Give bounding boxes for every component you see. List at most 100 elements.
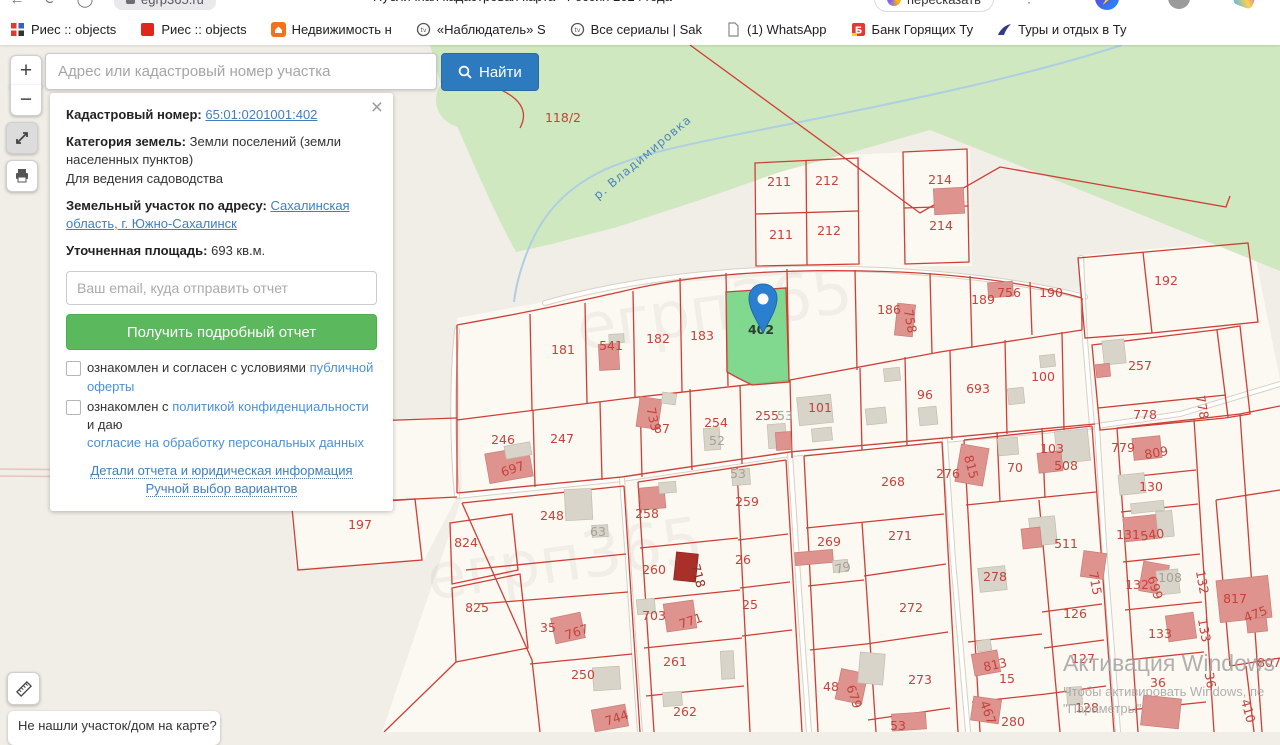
reload-icon[interactable]: ⟳ [34,0,68,8]
parcel-label: 214 [929,218,953,233]
back-icon[interactable]: ← [0,0,34,8]
personal-data-link[interactable]: согласие на обработку персональных данны… [87,435,364,450]
svg-text:tv: tv [420,27,426,34]
search-input[interactable] [45,53,437,90]
area-value: 693 кв.м. [211,243,265,258]
parcel-label: 63 [590,524,606,539]
consent2-text2: и даю [87,417,122,432]
area-label: Уточненная площадь: [66,243,207,258]
page-title: Публичная кадастровая карта - Россия 202… [373,0,672,4]
bookmark-item[interactable]: Недвижимость н [271,22,392,37]
bookmark-item[interactable]: Туры и отдых в Ту [997,22,1126,37]
retell-button[interactable]: пересказать [874,0,994,12]
search-button[interactable]: Найти [441,53,539,91]
zoom-out-button[interactable]: − [10,85,42,116]
parcel-label: 131 [1116,527,1140,542]
offer-checkbox[interactable] [66,361,81,376]
parcel-label: 254 [704,415,728,430]
parcel-label: 259 [735,494,759,509]
parcel-label: 271 [888,528,912,543]
bookmark-item[interactable]: tvВсе сериалы | Sak [570,22,702,37]
bookmark-item[interactable]: Риес :: objects [140,22,246,37]
print-button[interactable] [6,160,38,192]
not-found-hint[interactable]: Не нашли участок/дом на карте? [8,711,220,745]
parcel-label: 100 [1031,369,1055,384]
parcel-label: 101 [808,400,832,415]
red-square-icon [140,22,155,37]
address-label: Земельный участок по адресу: [66,198,267,213]
browser-chrome: ← ⟳ ◯ egrp365.ru Публичная кадастровая к… [0,0,1280,13]
privacy-link[interactable]: политикой конфиденциальности [172,399,369,414]
parcel-label: 214 [928,172,952,187]
gpt-icon [887,0,901,6]
zoom-in-button[interactable]: + [10,55,42,87]
search-icon [458,65,472,79]
search-bar: Найти [45,53,539,91]
parcel-label: 190 [1039,285,1063,300]
url-text: egrp365.ru [141,0,204,7]
parcel-label: 192 [1154,273,1178,288]
parcel-label: 211 [769,227,793,242]
extension-icon[interactable] [1232,0,1258,10]
measure-button[interactable] [7,672,40,705]
home-icon[interactable]: ◯ [68,0,102,8]
page: { "browser": { "url_pill": "egrp365.ru",… [0,0,1280,732]
parcel-label: 108 [1158,570,1182,585]
privacy-checkbox[interactable] [66,400,81,415]
alice-icon[interactable]: ⚡ [1095,0,1119,10]
grid-icon [10,22,25,37]
profile-icon[interactable] [1168,0,1190,9]
parcel-label: 778 [1133,407,1157,422]
parcel-label: 183 [690,328,714,343]
tv-icon: tv [416,22,431,37]
parcel-label: 189 [971,292,995,307]
printer-icon [14,168,30,184]
parcel-label: 211 [767,174,791,189]
fullscreen-button[interactable] [6,122,38,154]
report-details-link[interactable]: Детали отчета и юридическая информация [90,463,352,479]
parcel-label: 703 [642,608,666,623]
more-options-icon[interactable]: ⋮ [1022,0,1036,6]
parcel-label: 25 [742,597,758,612]
bookmark-item[interactable]: tv«Наблюдатель» S [416,22,546,37]
parcel-label: 36 [1202,671,1220,689]
bookmark-item[interactable]: Риес :: objects [10,22,116,37]
parcel-label: 53 [730,466,746,481]
parcel-label: 276 [936,466,960,481]
parcel-label: 87 [654,421,670,436]
parcel-label: 262 [673,704,697,719]
consent2-text1: ознакомлен с [87,399,169,414]
tv-icon: tv [570,22,585,37]
parcel-label: 197 [348,517,372,532]
parcel-label: 280 [1001,714,1025,729]
parcel-info-panel: × Кадастровый номер: 65:01:0201001:402 К… [50,93,393,511]
close-icon[interactable]: × [371,97,383,118]
parcel-label: 53 [890,718,906,732]
bookmark-item[interactable]: (1) WhatsApp [726,22,826,37]
manual-select-link[interactable]: Ручной выбор вариантов [146,481,298,497]
url-pill[interactable]: egrp365.ru [114,0,216,10]
bird-icon [997,22,1012,37]
bookmark-item[interactable]: ББанк Горящих Ту [851,22,974,37]
realty-icon [271,22,286,37]
cadastre-number-link[interactable]: 65:01:0201001:402 [205,107,317,122]
parcel-label: 182 [646,331,670,346]
parcel-label: 53 [777,408,793,423]
parcel-label: 96 [917,387,933,402]
email-field[interactable] [66,271,377,305]
parcel-label: 212 [815,173,839,188]
parcel-label: 126 [1063,606,1087,621]
parcel-label: 278 [983,569,1007,584]
parcel-label: 247 [550,431,574,446]
parcel-label: 26 [735,552,751,567]
ruler-icon [15,680,33,698]
parcel-label: 250 [571,667,595,682]
parcel-label: 273 [908,672,932,687]
parcel-label: 541 [599,338,623,353]
parcel-label: 779 [1111,440,1135,455]
parcel-label: 48 [823,679,839,694]
parcel-label: 756 [997,285,1021,300]
parcel-label: 35 [540,620,556,635]
parcel-label: 15 [999,671,1015,686]
get-report-button[interactable]: Получить подробный отчет [66,314,377,350]
